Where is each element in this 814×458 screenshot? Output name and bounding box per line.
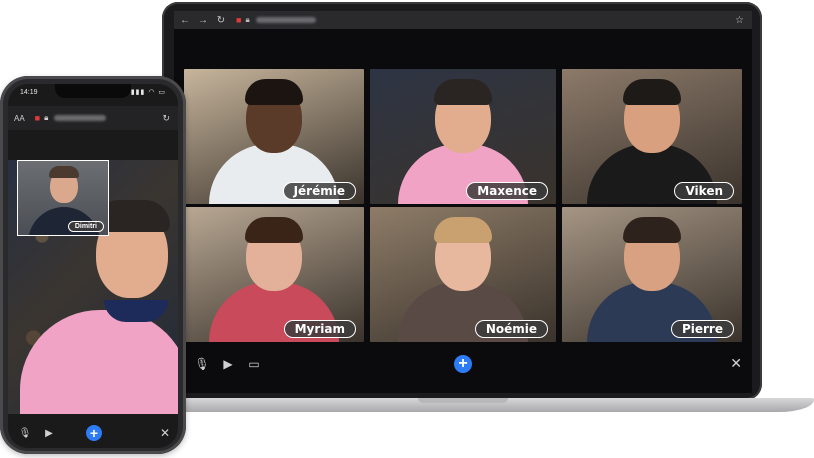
microphone-icon[interactable]: 🎙︎ <box>194 357 210 371</box>
person-hair <box>245 217 303 243</box>
microphone-icon[interactable]: 🎙︎ <box>18 428 32 439</box>
person-hair <box>623 79 681 105</box>
person-hair <box>623 217 681 243</box>
video-grid: Jérémie Maxence Viken Myriam Noémie Pierre <box>184 69 742 342</box>
person-hair <box>434 79 492 105</box>
participant-tile[interactable]: Myriam <box>184 207 364 342</box>
remote-video: Dimitri <box>8 160 178 414</box>
participant-name-tag: Noémie <box>474 320 548 338</box>
text-size-button[interactable]: AA <box>14 114 25 123</box>
status-time: 14:19 <box>20 88 38 96</box>
participant-tile[interactable]: Viken <box>562 69 742 204</box>
add-participant-button[interactable]: + <box>454 355 472 373</box>
reload-icon[interactable]: ↻ <box>162 113 170 124</box>
person-hair <box>49 166 79 178</box>
participant-name-tag: Pierre <box>670 320 734 338</box>
close-icon[interactable]: ✕ <box>730 355 742 372</box>
browser-toolbar: ← → ↻ ■ 🔒︎ ☆ <box>174 11 752 29</box>
self-view-name-tag: Dimitri <box>67 221 104 232</box>
laptop-screen: ← → ↻ ■ 🔒︎ ☆ Jérémie Maxence Viken Myriam No… <box>174 11 752 393</box>
signal-icons: ▮▮▮ ◠ ▭ <box>130 89 166 96</box>
phone-notch <box>55 84 131 98</box>
participant-tile[interactable]: Maxence <box>370 69 556 204</box>
address-bar[interactable] <box>255 17 316 23</box>
video-camera-icon[interactable]: ▶︎ <box>42 428 56 439</box>
phone-screen: 14:19 ▮▮▮ ◠ ▭ AA ■ 🔒︎ ↻ Dimitri 🎙︎ ▶︎ + … <box>8 84 178 448</box>
participant-name-tag: Maxence <box>466 182 548 200</box>
participant-name-tag: Jérémie <box>282 182 356 200</box>
participant-tile[interactable]: Noémie <box>370 207 556 342</box>
participant-tile[interactable]: Jérémie <box>184 69 364 204</box>
lock-icon: 🔒︎ <box>44 113 49 122</box>
screen-share-icon[interactable]: ▭ <box>246 357 262 371</box>
video-camera-icon[interactable]: ▶︎ <box>220 357 236 371</box>
forward-icon[interactable]: → <box>196 15 210 26</box>
star-icon[interactable]: ☆ <box>735 15 744 26</box>
participant-name-tag: Viken <box>674 182 734 200</box>
call-toolbar: 🎙︎ ▶︎ + ✕ <box>8 422 178 444</box>
video-camera-icon: ■ <box>34 113 41 123</box>
person-hair <box>434 217 492 243</box>
laptop-notch <box>418 398 508 403</box>
address-bar[interactable]: AA ■ 🔒︎ ↻ <box>8 106 178 130</box>
self-view[interactable]: Dimitri <box>17 160 109 236</box>
call-toolbar: 🎙︎ ▶︎ ▭ + ✕ <box>184 351 742 377</box>
close-icon[interactable]: ✕ <box>160 426 170 440</box>
video-camera-icon: ■ <box>236 15 242 25</box>
add-participant-button[interactable]: + <box>86 425 102 441</box>
lock-icon: 🔒︎ <box>245 15 250 24</box>
reload-icon[interactable]: ↻ <box>214 15 228 26</box>
person-hair <box>245 79 303 105</box>
participant-tile[interactable]: Pierre <box>562 207 742 342</box>
back-icon[interactable]: ← <box>178 15 192 26</box>
url-text <box>54 115 107 121</box>
participant-name-tag: Myriam <box>283 320 356 338</box>
